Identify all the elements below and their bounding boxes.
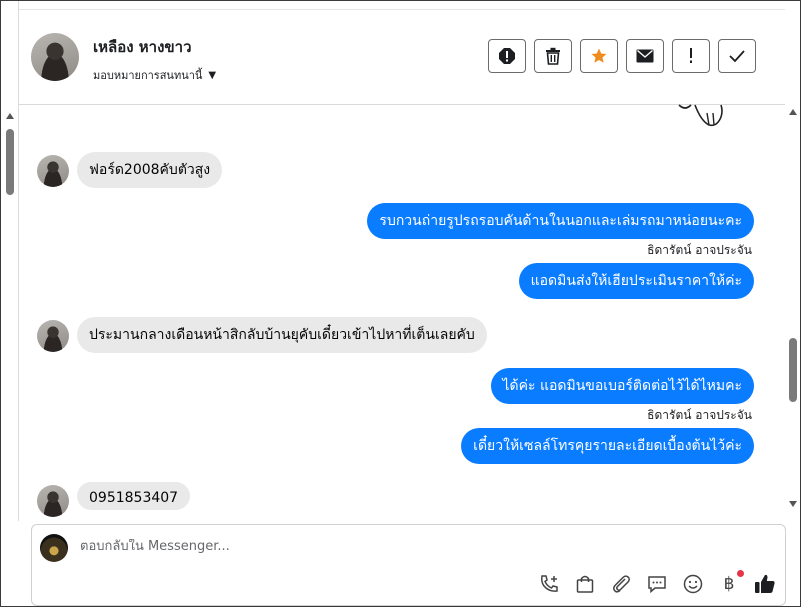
scrollbar-thumb[interactable] — [789, 338, 797, 402]
sent-by-label: ธิดารัตน์ อาจประจัน — [647, 243, 752, 257]
messages-scrollbar[interactable] — [785, 103, 800, 523]
notification-dot — [737, 570, 744, 577]
sender-avatar[interactable] — [37, 485, 69, 517]
mark-unread-button[interactable] — [626, 39, 664, 73]
scroll-down-icon[interactable] — [789, 501, 797, 507]
check-icon — [729, 50, 745, 62]
attach-button[interactable] — [610, 573, 632, 595]
emoji-icon — [683, 574, 703, 594]
thumbs-up-icon — [755, 574, 775, 593]
message-outgoing[interactable]: ได้ค่ะ แอดมินขอเบอร์ติดต่อไว้ได้ไหมคะ — [490, 368, 754, 404]
sender-avatar[interactable] — [37, 155, 69, 187]
baht-icon: ฿ — [723, 574, 735, 594]
spam-icon — [499, 48, 515, 64]
caret-down-icon: ▼ — [208, 69, 217, 81]
trash-icon — [546, 47, 560, 65]
star-icon — [591, 48, 607, 63]
saved-replies-button[interactable] — [646, 573, 668, 595]
scrollbar-thumb[interactable] — [6, 129, 14, 195]
sent-by-label: ธิดารัตน์ อาจประจัน — [647, 408, 752, 422]
paperclip-icon — [613, 575, 630, 593]
message-incoming[interactable]: 0951853407 — [77, 482, 191, 510]
contact-avatar[interactable] — [31, 33, 79, 81]
emoji-button[interactable] — [682, 573, 704, 595]
saved-reply-icon — [648, 576, 666, 594]
payment-button[interactable]: ฿ — [718, 570, 744, 595]
composer-toolbar: ฿ — [538, 570, 776, 595]
left-scrollbar[interactable] — [1, 103, 18, 523]
header-actions — [488, 39, 756, 73]
reply-input[interactable] — [80, 539, 680, 554]
send-like-button[interactable] — [754, 573, 776, 595]
star-button[interactable] — [580, 39, 618, 73]
phone-add-icon — [541, 575, 558, 592]
shop-button[interactable] — [574, 573, 596, 595]
assign-label: มอบหมายการสนทนานี้ — [93, 69, 203, 82]
sender-avatar[interactable] — [37, 320, 69, 352]
message-incoming[interactable]: ฟอร์ด2008คับตัวสูง — [77, 152, 223, 188]
mail-icon — [636, 49, 654, 63]
assign-conversation-dropdown[interactable]: มอบหมายการสนทนานี้ ▼ — [93, 66, 216, 84]
follow-up-button[interactable] — [672, 39, 710, 73]
mark-spam-button[interactable] — [488, 39, 526, 73]
conversation-window: เหลือง หางขาว มอบหมายการสนทนานี้ ▼ ฟอร์ด… — [0, 0, 801, 607]
message-incoming[interactable]: ประมานกลางเดือนหน้าสิกลับบ้านยุคับเดี๋ยว… — [77, 317, 487, 353]
message-outgoing[interactable]: แอดมินส่งให้เฮียประเมินราคาให้ค่ะ — [518, 263, 754, 299]
message-outgoing[interactable]: เดี๋ยวให้เซลล์โทรคุยรายละเอียดเบื้องต้นไ… — [461, 428, 754, 464]
page-avatar — [40, 534, 68, 562]
scroll-up-icon[interactable] — [6, 113, 14, 119]
conversation-header: เหลือง หางขาว มอบหมายการสนทนานี้ ▼ — [19, 9, 785, 105]
message-outgoing[interactable]: รบกวนถ่ายรูปรถรอบคันด้านในนอกและเล่มรถมา… — [367, 203, 754, 239]
mark-done-button[interactable] — [718, 39, 756, 73]
scroll-up-icon[interactable] — [789, 109, 797, 115]
sticker-image — [678, 104, 723, 127]
contact-name[interactable]: เหลือง หางขาว — [93, 35, 192, 59]
shopping-bag-icon — [576, 575, 594, 593]
exclamation-icon — [690, 48, 692, 63]
call-button[interactable] — [538, 573, 560, 595]
reply-composer: ฿ — [31, 524, 786, 606]
delete-button[interactable] — [534, 39, 572, 73]
